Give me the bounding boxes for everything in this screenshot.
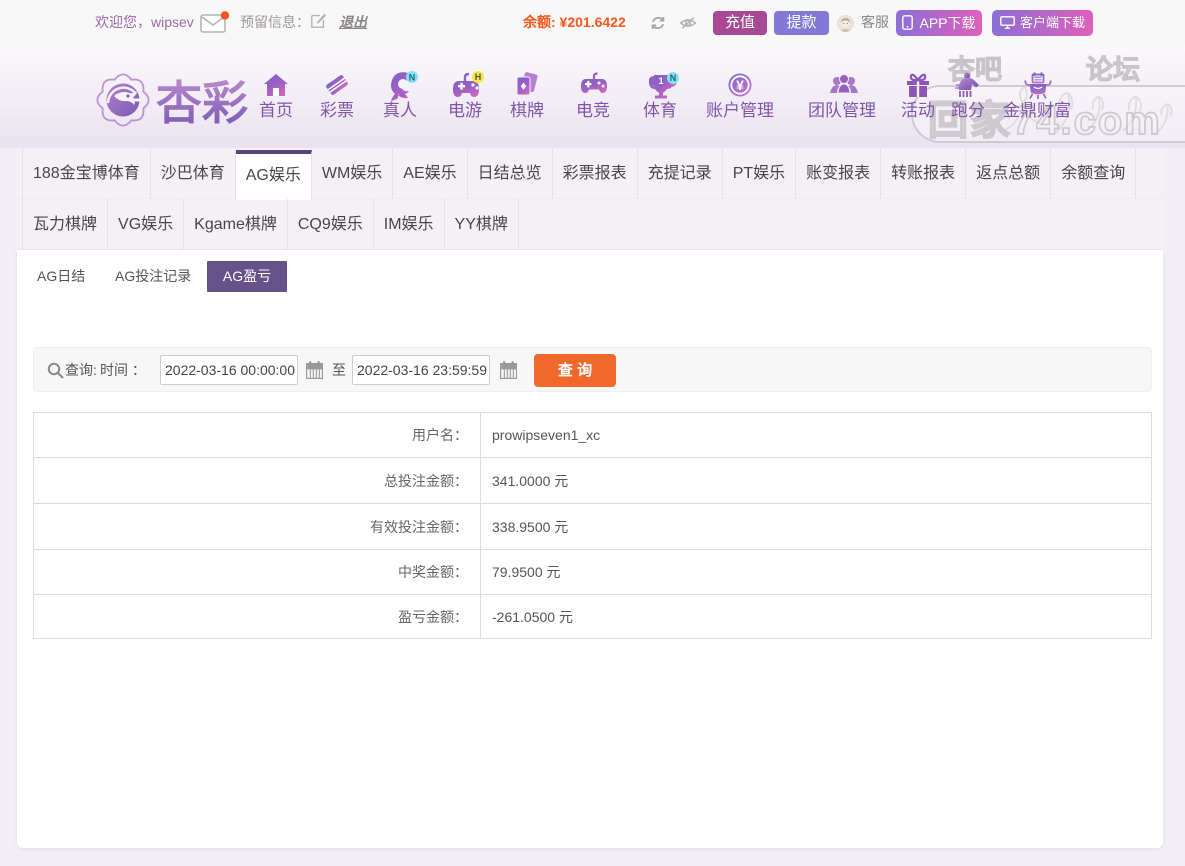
svg-text:H: H — [475, 72, 482, 82]
svg-text:N: N — [409, 73, 416, 83]
svg-text:N: N — [670, 73, 677, 83]
svg-text:1: 1 — [658, 76, 663, 86]
svg-text:杏彩: 杏彩 — [156, 77, 248, 129]
svg-text:¥: ¥ — [736, 77, 744, 93]
